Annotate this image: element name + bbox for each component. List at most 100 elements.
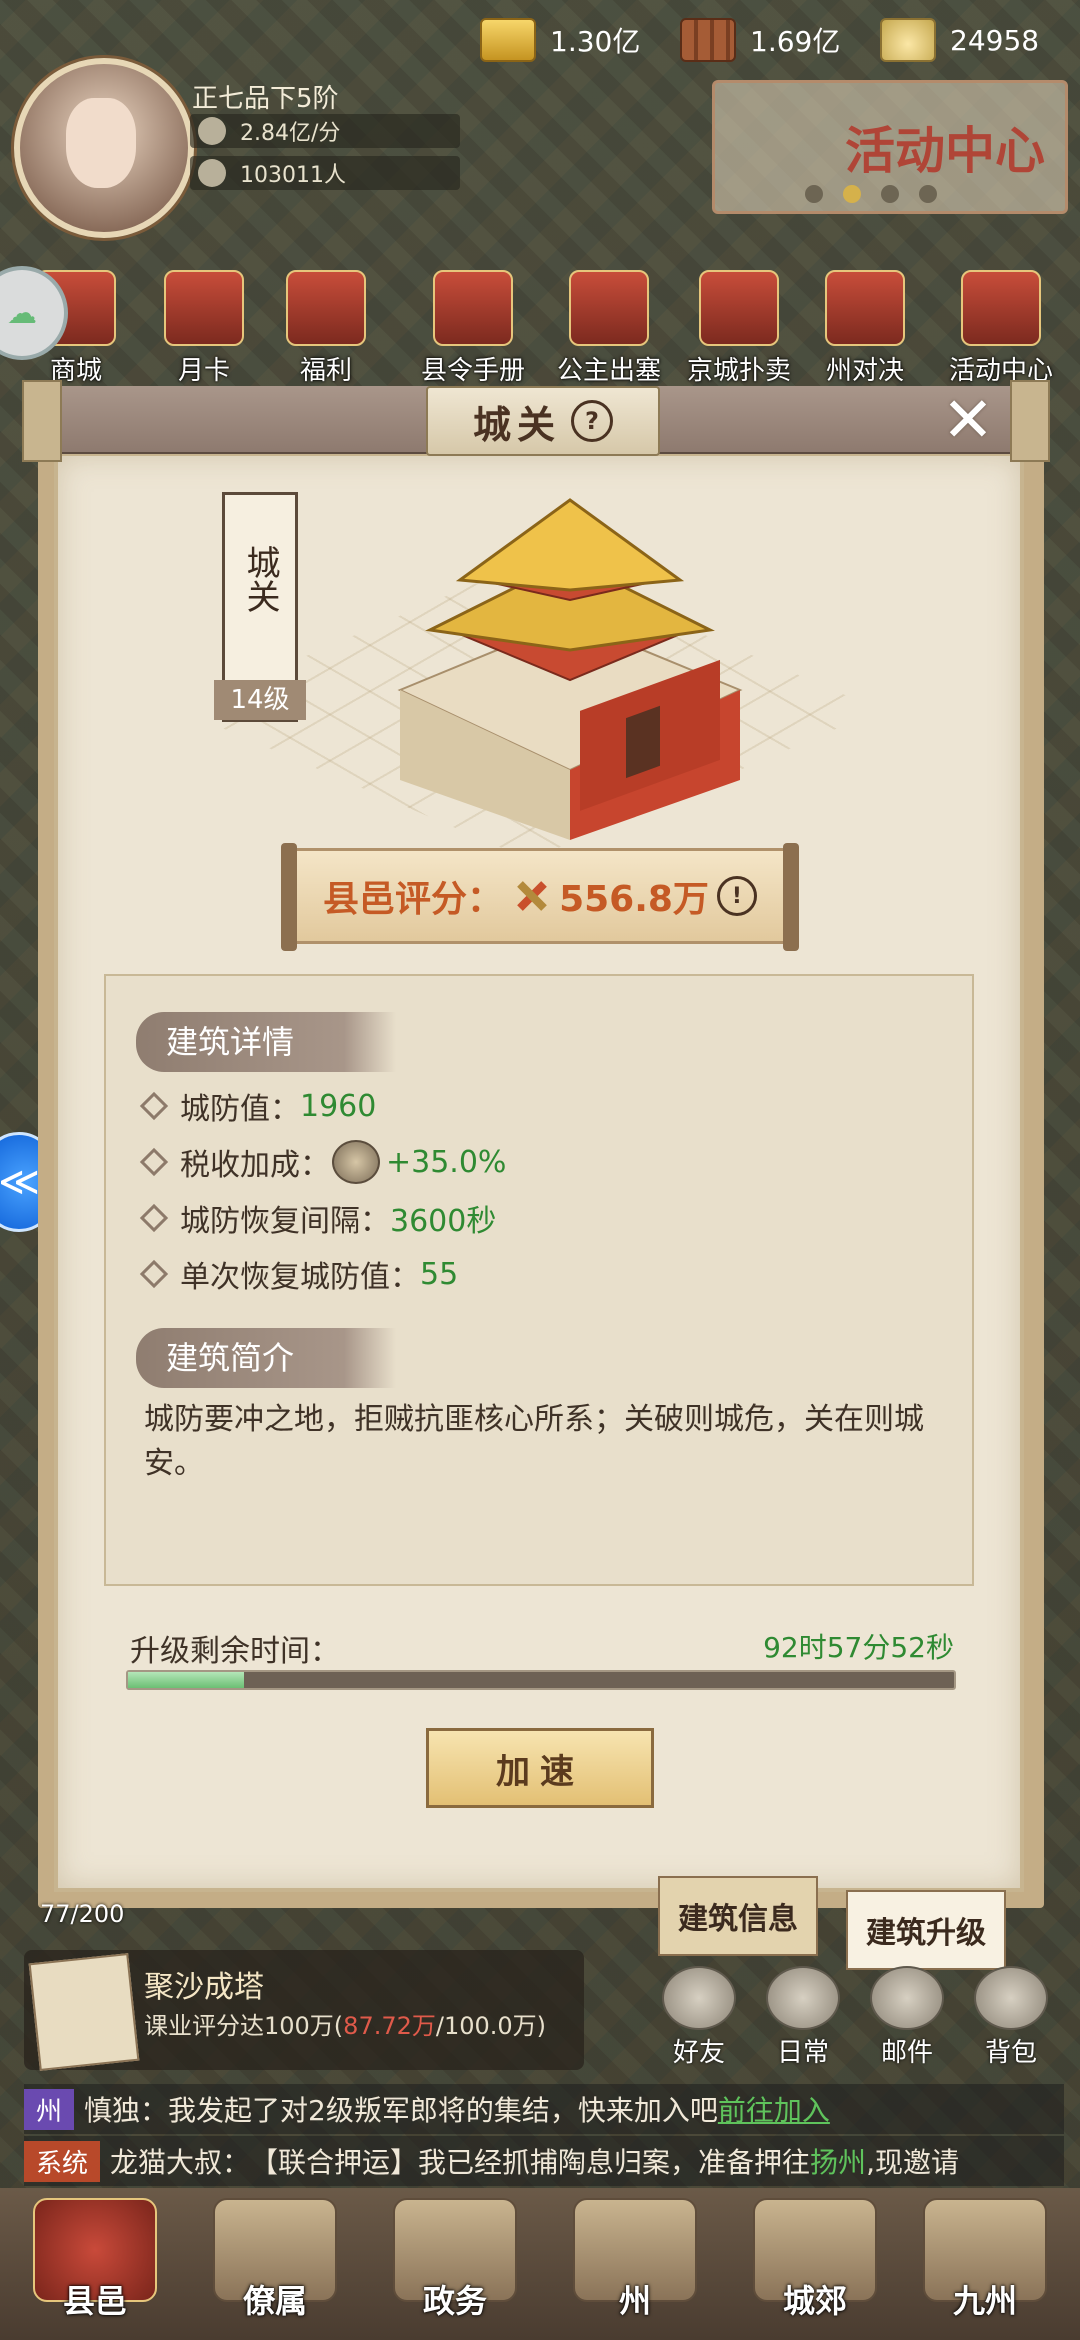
diamond-bullet-icon <box>139 1147 169 1177</box>
monthly-card-icon <box>164 270 244 346</box>
title-plate: 城关 ? <box>426 386 660 456</box>
income-value: 2.84亿/分 <box>240 121 341 146</box>
chat-line-system[interactable]: 系统 龙猫大叔： 【联合押运】我已经抓捕陶息归案，准备押往 扬州 ,现邀请 <box>24 2136 1064 2186</box>
chat-join-link[interactable]: 前往加入 <box>718 2089 830 2129</box>
wood-icon <box>680 18 736 62</box>
county-score: 县邑评分： 556.8万 ! <box>281 843 799 951</box>
task-panel[interactable]: 聚沙成塔 课业评分达100万(87.72万/100.0万) <box>24 1950 584 2071</box>
quick-icon-handbook[interactable]: 县令手册 <box>408 270 538 387</box>
wood-value: 1.69亿 <box>750 25 841 58</box>
quick-icon-welfare[interactable]: 福利 <box>286 270 366 387</box>
chat-line-state[interactable]: 州 慎独： 我发起了对2级叛军郎将的集结，快来加入吧 前往加入 <box>24 2084 1064 2134</box>
handbook-icon <box>433 270 513 346</box>
nav-nine-states[interactable]: 九州 <box>900 2192 1070 2340</box>
friends-button[interactable]: 好友 <box>654 1966 744 2069</box>
mail-button[interactable]: 邮件 <box>862 1966 952 2069</box>
people-icon <box>198 159 226 187</box>
avatar[interactable] <box>14 58 194 238</box>
cloud-icon: ☁ <box>7 295 37 331</box>
task-title: 聚沙成塔 <box>144 1970 264 2005</box>
bag-button[interactable]: 背包 <box>966 1966 1056 2069</box>
building-name: 城关 <box>240 545 280 613</box>
daily-icon <box>766 1966 840 2030</box>
activity-banner-title: 活动中心 <box>845 121 1045 180</box>
quick-icon-monthly-card[interactable]: 月卡 <box>164 270 244 387</box>
speed-up-button[interactable]: 加速 <box>426 1728 654 1808</box>
tab-building-info[interactable]: 建筑信息 <box>658 1876 818 1956</box>
nav-state[interactable]: 州 <box>550 2192 720 2340</box>
activity-icon <box>961 270 1041 346</box>
nav-county[interactable]: 县邑 <box>10 2192 180 2340</box>
gold-resource[interactable]: 1.30亿 <box>480 18 640 62</box>
help-icon[interactable]: ? <box>571 400 613 442</box>
modal-header: 城关 ? ✕ <box>22 380 1050 462</box>
population-bar: 103011人 <box>190 156 460 190</box>
page-dot <box>919 185 937 203</box>
friends-icon <box>662 1966 736 2030</box>
avatar-face <box>66 98 136 188</box>
chat-sender: 龙猫大叔： <box>110 2146 251 2179</box>
quick-icon-row: 商城 月卡 福利 县令手册 公主出塞 京城扑卖 州对决 活动中心 <box>0 270 1080 386</box>
chat-text-tail: ,现邀请 <box>866 2146 959 2179</box>
activity-banner[interactable]: 活动中心 <box>712 80 1068 214</box>
chat-tag-system: 系统 <box>24 2140 101 2182</box>
details-header: 建筑详情 <box>136 1012 396 1072</box>
assist-icon: ≪ <box>0 1159 40 1205</box>
nav-affairs[interactable]: 政务 <box>370 2192 540 2340</box>
page-dot <box>881 185 899 203</box>
modal-title: 城关 <box>472 401 561 447</box>
bag-icon <box>974 1966 1048 2030</box>
tax-coin-icon <box>332 1140 380 1184</box>
chat-tag-state: 州 <box>24 2088 75 2130</box>
city-gate-illustration <box>397 498 743 840</box>
wood-resource[interactable]: 1.69亿 <box>680 18 840 62</box>
page-dot <box>805 185 823 203</box>
task-scroll-icon <box>28 1953 140 2071</box>
upgrade-progress-bar <box>126 1670 956 1690</box>
mail-icon <box>870 1966 944 2030</box>
welfare-icon <box>286 270 366 346</box>
resource-bar: 1.30亿 1.69亿 24958 <box>0 0 1080 80</box>
close-icon: ✕ <box>942 382 994 456</box>
upgrade-timer-value: 92时57分52秒 <box>763 1631 954 1664</box>
quick-icon-princess[interactable]: 公主出塞 <box>544 270 674 387</box>
diamond-bullet-icon <box>139 1091 169 1121</box>
stat-row-defense: 城防值： 1960 <box>139 1084 376 1128</box>
ingot-value: 24958 <box>950 23 1040 57</box>
upgrade-progress-fill <box>128 1672 244 1688</box>
crossed-swords-icon <box>511 876 551 916</box>
gold-bar-icon <box>480 18 536 62</box>
gold-value: 1.30亿 <box>550 25 641 58</box>
daily-button[interactable]: 日常 <box>758 1966 848 2069</box>
chat-text: 【联合押运】我已经抓捕陶息归案，准备押往 <box>250 2146 811 2179</box>
chat-sender: 慎独： <box>84 2094 169 2127</box>
building-description: 城防要冲之地，拒贼抗匪核心所系；关破则城危，关在则城安。 <box>144 1402 924 1481</box>
nav-suburb[interactable]: 城郊 <box>730 2192 900 2340</box>
score-value: 556.8万 <box>559 879 709 920</box>
close-button[interactable]: ✕ <box>934 383 1002 456</box>
info-icon[interactable]: ! <box>716 876 757 916</box>
upgrade-timer-label: 升级剩余时间： <box>130 1634 340 1669</box>
tab-building-upgrade[interactable]: 建筑升级 <box>846 1890 1006 1970</box>
building-details: 建筑详情 城防值： 1960 税收加成： +35.0% 城防恢复间隔： 3600… <box>104 974 974 1586</box>
ingot-icon <box>880 18 936 62</box>
page-dot-active <box>843 185 861 203</box>
quick-icon-auction[interactable]: 京城扑卖 <box>674 270 804 387</box>
task-count: 77/200 <box>40 1900 125 1928</box>
chat-place: 扬州 <box>810 2146 867 2179</box>
nav-staff[interactable]: 僚属 <box>190 2192 360 2340</box>
diamond-bullet-icon <box>139 1203 169 1233</box>
diamond-bullet-icon <box>139 1259 169 1289</box>
auction-icon <box>699 270 779 346</box>
stat-row-recovery-interval: 城防恢复间隔： 3600秒 <box>139 1196 496 1240</box>
banner-page-dots <box>805 185 937 203</box>
quick-icon-activity[interactable]: 活动中心 <box>936 270 1066 387</box>
coin-icon <box>198 117 226 145</box>
duel-icon <box>825 270 905 346</box>
building-level: 14级 <box>214 680 306 720</box>
stat-row-tax-bonus: 税收加成： +35.0% <box>139 1140 506 1184</box>
ingot-resource[interactable]: 24958 <box>880 18 1039 62</box>
population-value: 103011人 <box>240 163 346 188</box>
quick-icon-state-duel[interactable]: 州对决 <box>820 270 910 387</box>
score-label: 县邑评分： <box>323 879 504 920</box>
